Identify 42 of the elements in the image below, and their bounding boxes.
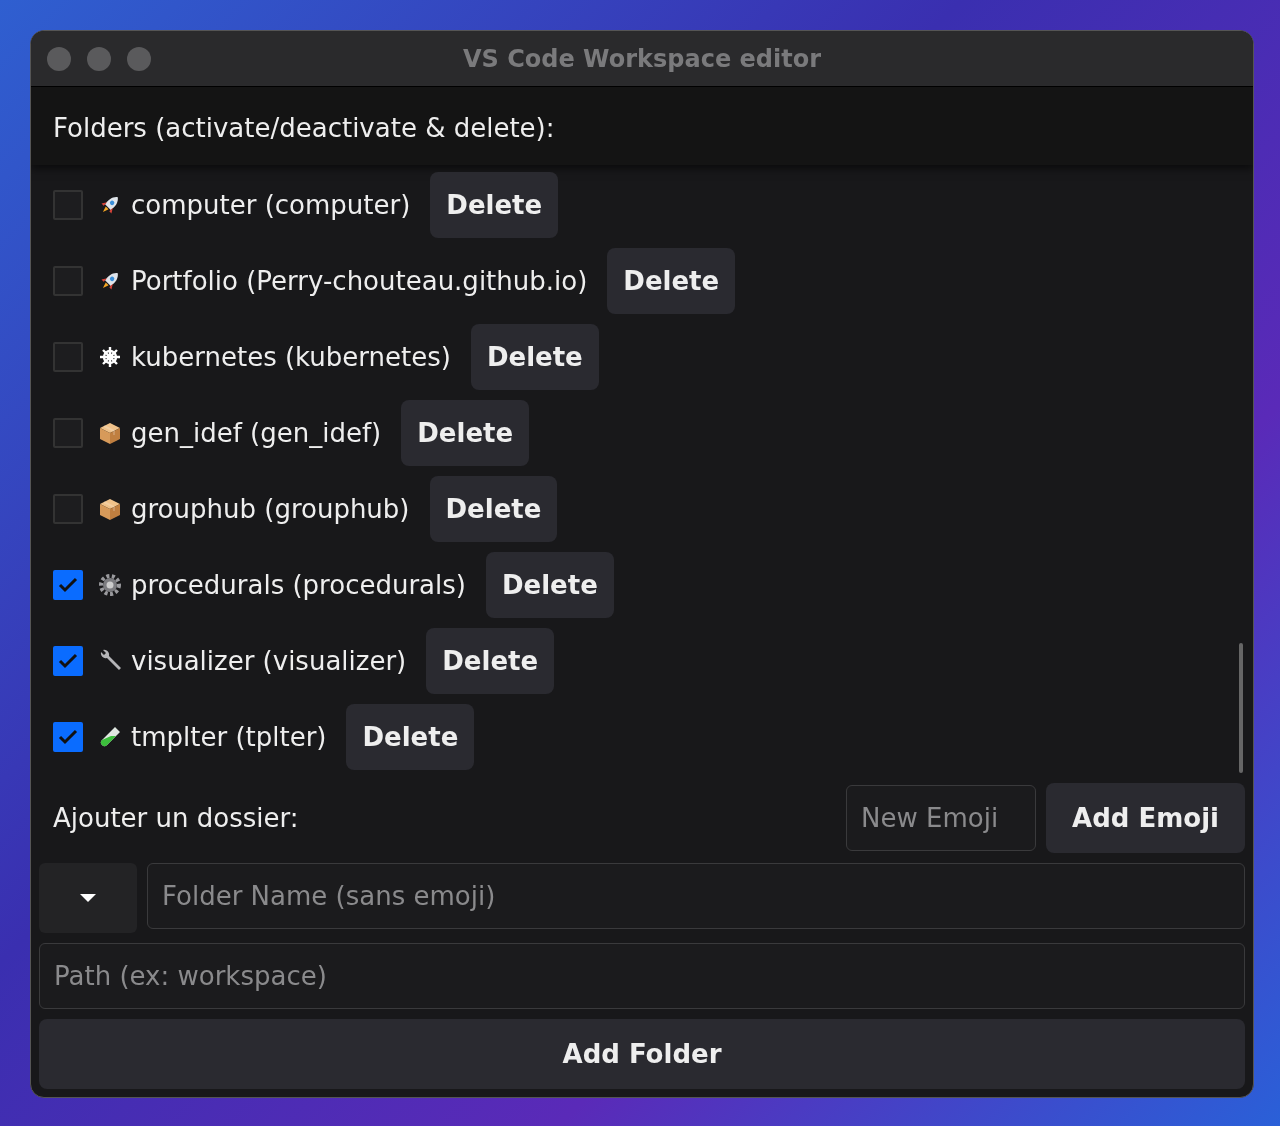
- delete-button[interactable]: Delete: [485, 552, 614, 618]
- section-heading: Folders (activate/deactivate & delete):: [53, 113, 555, 143]
- folder-label: kubernetes (kubernetes): [131, 342, 451, 372]
- folder-name-field[interactable]: Folder Name (sans emoji): [147, 863, 1245, 929]
- zoom-button[interactable]: [127, 46, 151, 71]
- gear-icon: [97, 572, 123, 598]
- folder-checkbox[interactable]: [53, 646, 83, 676]
- box-icon: [97, 420, 123, 446]
- scrollbar[interactable]: [1239, 643, 1243, 773]
- delete-button[interactable]: Delete: [401, 400, 530, 466]
- delete-button[interactable]: Delete: [430, 172, 559, 238]
- delete-button[interactable]: Delete: [607, 248, 736, 314]
- caret-icon: [79, 893, 97, 903]
- add-folder-button[interactable]: Add Folder: [39, 1019, 1245, 1089]
- emoji-dropdown[interactable]: [39, 863, 137, 933]
- new-emoji-field[interactable]: New Emoji: [846, 785, 1037, 851]
- close-button[interactable]: [47, 46, 71, 71]
- box-icon: [97, 496, 123, 522]
- folder-checkbox[interactable]: [53, 722, 83, 752]
- window-title: VS Code Workspace editor: [463, 44, 821, 73]
- folder-checkbox[interactable]: [53, 570, 83, 600]
- add-emoji-button[interactable]: Add Emoji: [1046, 783, 1245, 853]
- delete-button[interactable]: Delete: [426, 628, 555, 694]
- delete-button[interactable]: Delete: [346, 704, 475, 770]
- minimize-button[interactable]: [87, 46, 111, 71]
- folder-label: gen_idef (gen_idef): [131, 418, 382, 448]
- add-folder-label: Ajouter un dossier:: [53, 803, 300, 833]
- folder-checkbox[interactable]: [53, 266, 83, 296]
- path-field[interactable]: Path (ex: workspace): [39, 943, 1245, 1009]
- folder-checkbox[interactable]: [53, 494, 83, 524]
- folder-label: computer (computer): [131, 190, 411, 220]
- folder-label: grouphub (grouphub): [131, 494, 410, 524]
- folder-label: visualizer (visualizer): [131, 646, 407, 676]
- folder-checkbox[interactable]: [53, 418, 83, 448]
- folder-label: tmplter (tplter): [131, 722, 327, 752]
- delete-button[interactable]: Delete: [429, 476, 558, 542]
- folder-checkbox[interactable]: [53, 342, 83, 372]
- helm-wheel-icon: [97, 344, 123, 370]
- folder-checkbox[interactable]: [53, 190, 83, 220]
- delete-button[interactable]: Delete: [470, 324, 599, 390]
- folder-label: Portfolio (Perry-chouteau.github.io): [131, 266, 588, 296]
- folder-label: procedurals (procedurals): [131, 570, 466, 600]
